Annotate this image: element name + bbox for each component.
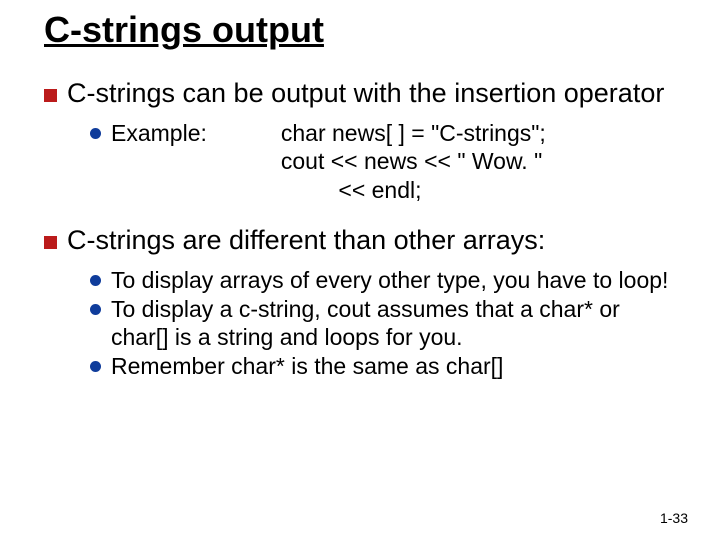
circle-bullet-icon bbox=[90, 128, 101, 139]
sub-bullet-1-text: To display arrays of every other type, y… bbox=[111, 266, 676, 295]
slide: C-strings output C-strings can be output… bbox=[0, 0, 720, 540]
sub-bullet-2-text: To display a c-string, cout assumes that… bbox=[111, 295, 676, 353]
circle-bullet-icon bbox=[90, 361, 101, 372]
code-line-1: char news[ ] = "C-strings"; bbox=[281, 120, 546, 146]
code-line-2: cout << news << " Wow. " bbox=[281, 148, 542, 174]
bullet-1: C-strings can be output with the inserti… bbox=[44, 78, 676, 109]
circle-bullet-icon bbox=[90, 275, 101, 286]
bullet-2-subgroup: To display arrays of every other type, y… bbox=[90, 266, 676, 381]
page-title: C-strings output bbox=[44, 10, 676, 50]
bullet-1-subgroup: Example: char news[ ] = "C-strings"; cou… bbox=[90, 119, 676, 205]
bullet-2-text: C-strings are different than other array… bbox=[67, 225, 676, 256]
bullet-2: C-strings are different than other array… bbox=[44, 225, 676, 256]
circle-bullet-icon bbox=[90, 304, 101, 315]
example-label: Example: bbox=[111, 119, 207, 148]
sub-bullet: To display a c-string, cout assumes that… bbox=[90, 295, 676, 353]
bullet-1-text: C-strings can be output with the inserti… bbox=[67, 78, 676, 109]
square-bullet-icon bbox=[44, 89, 57, 102]
sub-bullet-3-text: Remember char* is the same as char[] bbox=[111, 352, 676, 381]
sub-bullet: To display arrays of every other type, y… bbox=[90, 266, 676, 295]
example-content: Example: char news[ ] = "C-strings"; cou… bbox=[111, 119, 676, 205]
square-bullet-icon bbox=[44, 236, 57, 249]
sub-bullet: Remember char* is the same as char[] bbox=[90, 352, 676, 381]
code-line-3: << endl; bbox=[281, 177, 422, 203]
code-block: char news[ ] = "C-strings"; cout << news… bbox=[281, 119, 546, 205]
slide-number: 1-33 bbox=[660, 510, 688, 526]
example-row: Example: char news[ ] = "C-strings"; cou… bbox=[90, 119, 676, 205]
